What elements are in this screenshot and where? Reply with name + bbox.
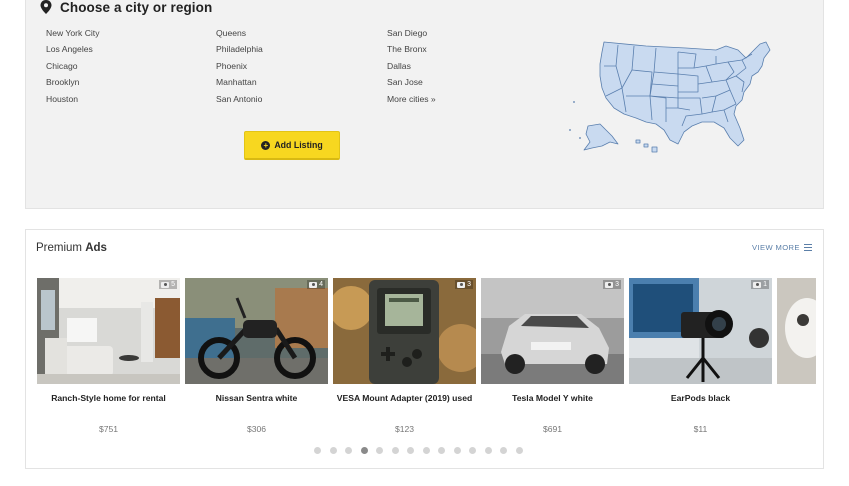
ad-title[interactable]: EarPods black (629, 393, 772, 403)
premium-ads-title-light: Premium (36, 242, 86, 254)
carousel-dot[interactable] (407, 447, 414, 454)
photo-count-badge: 3 (455, 280, 473, 289)
carousel-dot[interactable] (500, 447, 507, 454)
ad-price: $751 (98, 424, 119, 434)
city-link[interactable]: Manhattan (216, 74, 263, 90)
carousel-dot[interactable] (329, 447, 337, 454)
carousel-dot[interactable] (453, 447, 461, 454)
camera-icon (605, 281, 614, 288)
photo-count-badge: 1 (751, 280, 769, 289)
region-title: Choose a city or region (60, 0, 213, 15)
ad-card[interactable]: 4 Nissan Sentra white $306 (185, 278, 328, 434)
premium-ads-title-bold: Ads (85, 242, 107, 254)
ad-price: $691 (542, 424, 563, 434)
carousel-dot[interactable] (422, 447, 430, 454)
add-listing-button[interactable]: + Add Listing (244, 131, 340, 160)
view-more-label: VIEW MORE (752, 243, 800, 252)
city-link[interactable]: San Jose (387, 74, 436, 90)
city-link[interactable]: The Bronx (387, 41, 436, 57)
carousel-dot[interactable] (484, 447, 492, 454)
car-photo[interactable]: 3 (481, 278, 624, 384)
city-link[interactable]: Los Angeles (46, 41, 100, 57)
camera-icon (753, 281, 762, 288)
add-listing-label: Add Listing (274, 140, 323, 150)
ad-card[interactable]: 3 VESA Mount Adapter (2019) used $123 (333, 278, 476, 434)
city-link[interactable]: Phoenix (216, 58, 263, 74)
ad-title[interactable]: Tesla Model Y white (481, 393, 624, 403)
city-link[interactable]: San Diego (387, 25, 436, 41)
next-ad-photo (777, 278, 816, 384)
camera-icon (309, 281, 318, 288)
city-link[interactable]: Queens (216, 25, 263, 41)
ad-card[interactable]: 1 EarPods black $11 (629, 278, 772, 434)
photo-count-badge: 3 (603, 280, 621, 289)
ad-card[interactable]: 3 Tesla Model Y white $691 (481, 278, 624, 434)
city-link[interactable]: Dallas (387, 58, 436, 74)
region-heading: Choose a city or region (40, 0, 212, 17)
living-room-photo[interactable]: 5 (37, 278, 180, 384)
city-column-1: New York City Los Angeles Chicago Brookl… (46, 25, 100, 107)
city-link[interactable]: Philadelphia (216, 41, 263, 57)
city-link[interactable]: Brooklyn (46, 74, 100, 90)
ad-price: $306 (246, 424, 267, 434)
ad-card-partial[interactable] (777, 278, 816, 384)
ad-title[interactable]: Ranch-Style home for rental (37, 393, 180, 403)
photo-count-badge: 4 (307, 280, 325, 289)
ad-card[interactable]: 5 Ranch-Style home for rental $751 (37, 278, 180, 434)
ad-title[interactable]: Nissan Sentra white (185, 393, 328, 403)
city-link[interactable]: Chicago (46, 58, 100, 74)
carousel-dot[interactable] (345, 447, 352, 454)
carousel-dot[interactable] (391, 447, 399, 454)
camera-icon (457, 281, 466, 288)
ad-title[interactable]: VESA Mount Adapter (2019) used (333, 393, 476, 403)
city-link[interactable]: San Antonio (216, 91, 263, 107)
usa-map[interactable] (566, 36, 776, 154)
more-cities-link[interactable]: More cities » (387, 91, 436, 107)
carousel-pager (314, 447, 523, 454)
carousel-dot[interactable] (469, 447, 476, 454)
list-icon (803, 244, 812, 251)
gameboy-photo[interactable]: 3 (333, 278, 476, 384)
carousel-dot[interactable] (360, 447, 368, 454)
ad-price: $123 (394, 424, 415, 434)
carousel-dot[interactable] (314, 447, 321, 454)
city-column-3: San Diego The Bronx Dallas San Jose More… (387, 25, 436, 107)
ad-price: $11 (693, 424, 708, 434)
carousel-dot[interactable] (515, 447, 523, 454)
photo-count-badge: 5 (159, 280, 177, 289)
camera-icon (161, 281, 170, 288)
camera-photo[interactable]: 1 (629, 278, 772, 384)
carousel-dot[interactable] (438, 447, 445, 454)
carousel-dot[interactable] (376, 447, 383, 454)
premium-ads-heading: Premium Ads (36, 242, 107, 254)
city-link[interactable]: New York City (46, 25, 100, 41)
view-more-link[interactable]: VIEW MORE (752, 243, 812, 252)
motorcycle-photo[interactable]: 4 (185, 278, 328, 384)
city-column-2: Queens Philadelphia Phoenix Manhattan Sa… (216, 25, 263, 107)
map-pin-icon (40, 0, 52, 14)
plus-circle-icon: + (261, 140, 271, 150)
city-link[interactable]: Houston (46, 91, 100, 107)
